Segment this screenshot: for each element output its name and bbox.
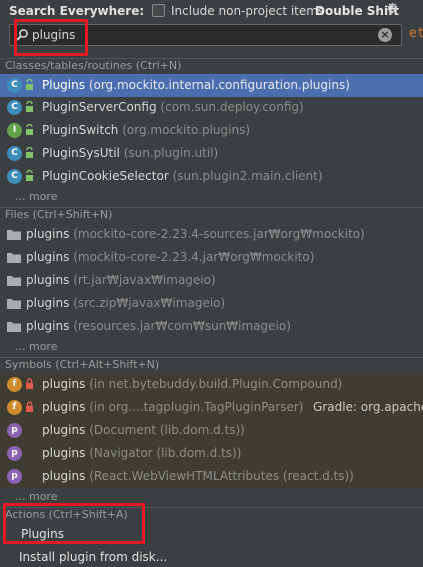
unlocked-icon xyxy=(26,79,33,90)
dialog-title: Search Everywhere: xyxy=(9,4,145,18)
item-name: PluginServerConfig xyxy=(42,100,157,114)
search-input[interactable] xyxy=(32,26,352,44)
list-item-symbol[interactable]: f plugins (in org....tagplugin.TagPlugin… xyxy=(0,396,423,419)
item-name: plugins xyxy=(26,296,70,310)
item-name: plugins xyxy=(26,227,70,241)
list-item-file[interactable]: plugins (rt.jar₩javax₩imageio) xyxy=(0,269,423,292)
list-item-class[interactable]: C PluginCookieSelector (sun.plugin2.main… xyxy=(0,165,423,188)
list-item-file[interactable]: plugins (src.zip₩javax₩imageio) xyxy=(0,292,423,315)
item-name: plugins xyxy=(42,469,86,483)
item-location: (com.sun.deploy.config) xyxy=(160,100,304,114)
folder-icon xyxy=(7,276,21,286)
folder-icon xyxy=(7,253,21,263)
item-location: (in org....tagplugin.TagPluginParser) xyxy=(89,400,304,414)
unlocked-icon xyxy=(26,101,33,112)
include-non-project-label[interactable]: Include non-project items xyxy=(171,4,324,18)
list-item-file[interactable]: plugins (resources.jar₩com₩sun₩imageio) xyxy=(0,315,423,338)
class-icon: C xyxy=(7,78,22,93)
item-location: (org.mockito.plugins) xyxy=(122,123,251,137)
list-item-file[interactable]: plugins (mockito-core-2.23.4-sources.jar… xyxy=(0,223,423,246)
more-symbols-link[interactable]: ... more xyxy=(15,488,57,506)
search-everywhere-header: Search Everywhere: Include non-project i… xyxy=(0,0,423,58)
item-name: PluginCookieSelector xyxy=(42,169,169,183)
class-icon: C xyxy=(7,146,22,161)
action-item-plugins[interactable]: Plugins xyxy=(21,527,64,541)
unlocked-icon xyxy=(26,124,33,135)
item-location: (Navigator (lib.dom.d.ts)) xyxy=(89,446,242,460)
action-item-install-plugin[interactable]: Install plugin from disk... xyxy=(19,550,167,564)
item-name: plugins xyxy=(26,250,70,264)
section-header-actions: Actions (Ctrl+Shift+A) xyxy=(0,507,423,523)
item-location: (mockito-core-2.23.4.jar₩org₩mockito) xyxy=(73,250,315,264)
editor-background-text: et xyxy=(409,26,423,41)
include-non-project-checkbox[interactable] xyxy=(152,4,165,17)
property-icon: p xyxy=(7,446,22,461)
item-location: (rt.jar₩javax₩imageio) xyxy=(73,273,216,287)
lock-icon xyxy=(26,378,33,389)
field-icon: f xyxy=(7,400,22,415)
folder-icon xyxy=(7,230,21,240)
item-location: (mockito-core-2.23.4-sources.jar₩org₩moc… xyxy=(73,227,365,241)
item-location: (resources.jar₩com₩sun₩imageio) xyxy=(73,319,291,333)
list-item-class[interactable]: I PluginSwitch (org.mockito.plugins) xyxy=(0,119,423,142)
property-icon: p xyxy=(7,469,22,484)
list-item-file[interactable]: plugins (mockito-core-2.23.4.jar₩org₩moc… xyxy=(0,246,423,269)
clear-search-icon[interactable]: × xyxy=(378,28,392,42)
more-files-link[interactable]: ... more xyxy=(15,338,57,356)
item-library: Gradle: org.apache.t xyxy=(313,400,423,414)
item-name: plugins xyxy=(26,273,70,287)
gear-icon[interactable]: ⚙ xyxy=(386,1,399,17)
list-item-symbol[interactable]: p plugins (Navigator (lib.dom.d.ts)) xyxy=(0,442,423,465)
item-location: (Document (lib.dom.d.ts)) xyxy=(89,423,245,437)
search-field[interactable]: × xyxy=(9,24,402,46)
section-header-symbols: Symbols (Ctrl+Alt+Shift+N) xyxy=(0,357,423,373)
folder-icon xyxy=(7,322,21,332)
item-name: plugins xyxy=(42,423,86,437)
search-icon xyxy=(16,29,28,41)
item-location: (sun.plugin.util) xyxy=(123,146,219,160)
item-name: plugins xyxy=(26,319,70,333)
property-icon: p xyxy=(7,423,22,438)
lock-icon xyxy=(26,401,33,412)
item-name: plugins xyxy=(42,377,86,391)
item-location: (in net.bytebuddy.build.Plugin.Compound) xyxy=(89,377,343,391)
item-location: (src.zip₩javax₩imageio) xyxy=(73,296,226,310)
item-name: plugins xyxy=(42,446,86,460)
item-location: (sun.plugin2.main.client) xyxy=(172,169,323,183)
list-item-symbol[interactable]: p plugins (Document (lib.dom.d.ts)) xyxy=(0,419,423,442)
list-item-class[interactable]: C PluginSysUtil (sun.plugin.util) xyxy=(0,142,423,165)
list-item-class[interactable]: C PluginServerConfig (com.sun.deploy.con… xyxy=(0,96,423,119)
field-icon: f xyxy=(7,377,22,392)
section-header-classes: Classes/tables/routines (Ctrl+N) xyxy=(0,58,423,74)
list-item-symbol[interactable]: p plugins (React.WebViewHTMLAttributes (… xyxy=(0,465,423,488)
class-icon: C xyxy=(7,169,22,184)
folder-icon xyxy=(7,299,21,309)
list-item-symbol[interactable]: f plugins (in net.bytebuddy.build.Plugin… xyxy=(0,373,423,396)
item-location: (React.WebViewHTMLAttributes (react.d.ts… xyxy=(89,469,354,483)
unlocked-icon xyxy=(26,170,33,181)
item-name: plugins xyxy=(42,400,86,414)
section-header-files: Files (Ctrl+Shift+N) xyxy=(0,207,423,223)
item-location: (org.mockito.internal.configuration.plug… xyxy=(88,78,350,92)
item-name: PluginSysUtil xyxy=(42,146,120,160)
item-name: PluginSwitch xyxy=(42,123,119,137)
list-item-class[interactable]: C Plugins (org.mockito.internal.configur… xyxy=(0,74,423,97)
unlocked-icon xyxy=(26,147,33,158)
interface-icon: I xyxy=(7,123,22,138)
item-name: Plugins xyxy=(42,78,85,92)
more-classes-link[interactable]: ... more xyxy=(15,188,57,206)
class-icon: C xyxy=(7,100,22,115)
